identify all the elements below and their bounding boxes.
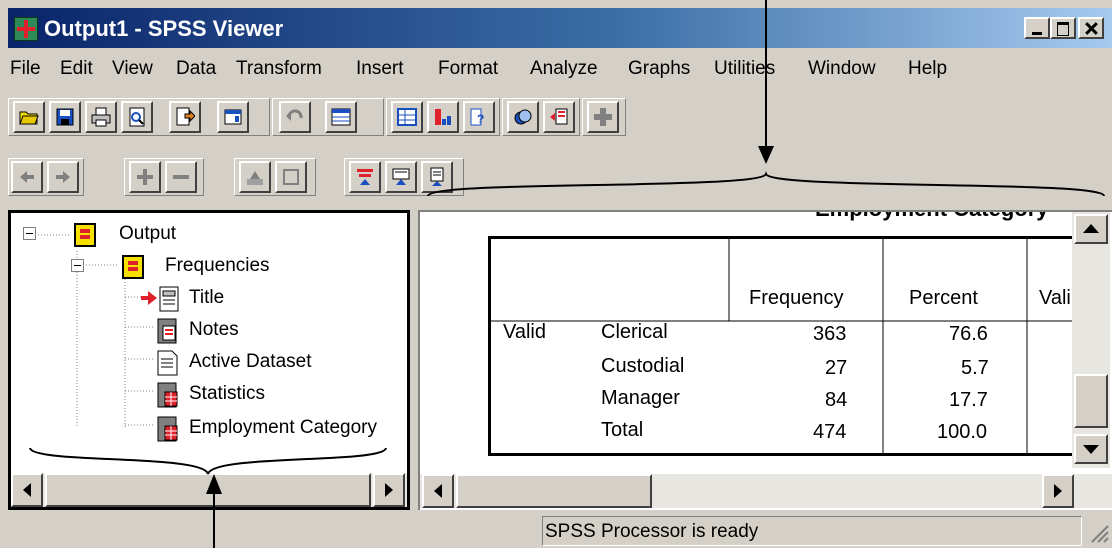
annotation-brace-top — [427, 171, 1105, 197]
annotation-arrowhead-bottom — [206, 474, 222, 494]
annotation-overlay — [29, 0, 1105, 548]
spss-viewer-window: Output1 - SPSS Viewer File Edit View Dat… — [0, 0, 1112, 548]
annotation-arrowhead-top — [758, 146, 774, 164]
annotation-brace-bottom — [29, 447, 387, 475]
